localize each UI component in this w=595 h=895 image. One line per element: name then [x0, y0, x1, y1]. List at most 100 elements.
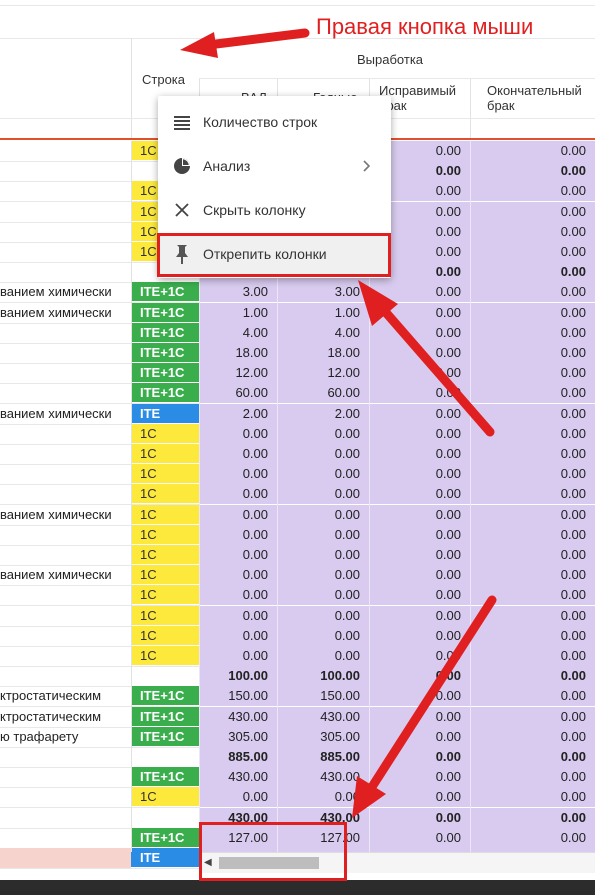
cell-final-defect[interactable]: 0.00	[470, 424, 595, 444]
cell-final-defect[interactable]: 0.00	[470, 626, 595, 646]
cell-good[interactable]: 150.00	[277, 686, 369, 706]
cell-val[interactable]: 100.00	[199, 666, 277, 686]
cell-fixable-defect[interactable]: 0.00	[369, 383, 470, 403]
cell-val[interactable]: 0.00	[199, 505, 277, 525]
cell-fixable-defect[interactable]: 0.00	[369, 686, 470, 706]
row-name-cell[interactable]	[0, 808, 131, 828]
source-badge[interactable]: 1С	[131, 424, 199, 444]
cell-good[interactable]: 0.00	[277, 484, 369, 504]
cell-fixable-defect[interactable]: 0.00	[369, 727, 470, 747]
cell-final-defect[interactable]: 0.00	[470, 303, 595, 323]
cell-final-defect[interactable]: 0.00	[470, 525, 595, 545]
cell-val[interactable]: 0.00	[199, 626, 277, 646]
cell-val[interactable]: 0.00	[199, 565, 277, 585]
cell-fixable-defect[interactable]: 0.00	[369, 343, 470, 363]
table-row[interactable]: 1С 0.00 0.00 0.00 0.00	[0, 444, 595, 465]
table-row[interactable]: ктростатическим ITE+1C 150.00 150.00 0.00 0.0…	[0, 686, 595, 707]
table-row[interactable]: ITE+1C 12.00 12.00 0.00 0.00	[0, 363, 595, 384]
cell-val[interactable]: 0.00	[199, 464, 277, 484]
row-name-cell[interactable]	[0, 242, 131, 262]
cell-good[interactable]: 0.00	[277, 585, 369, 605]
table-row[interactable]: ITE+1C 18.00 18.00 0.00 0.00	[0, 343, 595, 364]
table-row[interactable]: 1С 0.00 0.00 0.00 0.00	[0, 484, 595, 505]
table-row[interactable]: 1С 0.00 0.00 0.00 0.00	[0, 646, 595, 667]
row-name-cell[interactable]	[0, 545, 131, 565]
source-badge[interactable]: ITE+1C	[131, 767, 199, 787]
cell-final-defect[interactable]: 0.00	[470, 202, 595, 222]
cell-final-defect[interactable]: 0.00	[470, 545, 595, 565]
row-name-cell[interactable]	[0, 646, 131, 666]
row-name-cell[interactable]	[0, 626, 131, 646]
cell-final-defect[interactable]: 0.00	[470, 262, 595, 282]
cell-val[interactable]: 4.00	[199, 323, 277, 343]
cell-fixable-defect[interactable]: 0.00	[369, 282, 470, 302]
cell-final-defect[interactable]: 0.00	[470, 686, 595, 706]
source-badge[interactable]: 1С	[131, 565, 199, 585]
cell-fixable-defect[interactable]: 0.00	[369, 525, 470, 545]
cell-good[interactable]: 885.00	[277, 747, 369, 767]
row-name-cell[interactable]	[0, 787, 131, 807]
row-name-cell[interactable]	[0, 323, 131, 343]
cell-val[interactable]: 0.00	[199, 646, 277, 666]
cell-final-defect[interactable]: 0.00	[470, 505, 595, 525]
table-row[interactable]: 1С 0.00 0.00 0.00 0.00	[0, 626, 595, 647]
cell-final-defect[interactable]: 0.00	[470, 242, 595, 262]
row-name-cell[interactable]	[0, 666, 131, 686]
cell-good[interactable]: 4.00	[277, 323, 369, 343]
table-row[interactable]: 1С 0.00 0.00 0.00 0.00	[0, 787, 595, 808]
cell-val[interactable]: 430.00	[199, 707, 277, 727]
cell-fixable-defect[interactable]: 0.00	[369, 767, 470, 787]
cell-good[interactable]: 0.00	[277, 626, 369, 646]
source-badge[interactable]: ITE	[131, 848, 199, 868]
cell-val[interactable]: 18.00	[199, 343, 277, 363]
row-name-cell[interactable]	[0, 848, 131, 868]
cell-good[interactable]: 0.00	[277, 787, 369, 807]
row-name-cell[interactable]	[0, 767, 131, 787]
row-name-cell[interactable]: ктростатическим	[0, 686, 131, 706]
cell-fixable-defect[interactable]: 0.00	[369, 363, 470, 383]
cell-final-defect[interactable]: 0.00	[470, 222, 595, 242]
table-row[interactable]: ITE+1C 430.00 430.00 0.00 0.00	[0, 767, 595, 788]
cell-good[interactable]: 2.00	[277, 404, 369, 424]
cell-fixable-defect[interactable]: 0.00	[369, 424, 470, 444]
row-name-cell[interactable]: ванием химически	[0, 303, 131, 323]
table-row[interactable]: ванием химически ITE+1C 1.00 1.00 0.00 0.00	[0, 303, 595, 324]
table-row[interactable]: 1С 0.00 0.00 0.00 0.00	[0, 606, 595, 627]
row-name-cell[interactable]: ванием химически	[0, 282, 131, 302]
row-name-cell[interactable]	[0, 141, 131, 161]
source-badge[interactable]: 1С	[131, 505, 199, 525]
source-badge[interactable]: ITE+1C	[131, 828, 199, 848]
menu-item-hide-column[interactable]: Скрыть колонку	[158, 190, 391, 230]
cell-final-defect[interactable]: 0.00	[470, 727, 595, 747]
row-name-cell[interactable]: ю трафарету	[0, 727, 131, 747]
cell-final-defect[interactable]: 0.00	[470, 787, 595, 807]
cell-fixable-defect[interactable]: 0.00	[369, 444, 470, 464]
cell-final-defect[interactable]: 0.00	[470, 181, 595, 201]
cell-fixable-defect[interactable]: 0.00	[369, 787, 470, 807]
cell-good[interactable]: 0.00	[277, 464, 369, 484]
cell-final-defect[interactable]: 0.00	[470, 363, 595, 383]
cell-good[interactable]: 100.00	[277, 666, 369, 686]
table-row[interactable]: 1С 0.00 0.00 0.00 0.00	[0, 525, 595, 546]
cell-final-defect[interactable]: 0.00	[470, 383, 595, 403]
cell-val[interactable]: 0.00	[199, 525, 277, 545]
table-row[interactable]: ITE+1C 4.00 4.00 0.00 0.00	[0, 323, 595, 344]
source-badge[interactable]: 1С	[131, 606, 199, 626]
cell-fixable-defect[interactable]: 0.00	[369, 404, 470, 424]
source-badge[interactable]: 1С	[131, 545, 199, 565]
cell-good[interactable]: 12.00	[277, 363, 369, 383]
menu-item-analysis[interactable]: Анализ	[158, 146, 391, 186]
table-row[interactable]: 885.00 885.00 0.00 0.00	[0, 747, 595, 768]
cell-final-defect[interactable]: 0.00	[470, 343, 595, 363]
cell-fixable-defect[interactable]: 0.00	[369, 323, 470, 343]
cell-val[interactable]: 150.00	[199, 686, 277, 706]
cell-good[interactable]: 0.00	[277, 525, 369, 545]
row-name-cell[interactable]	[0, 484, 131, 504]
cell-final-defect[interactable]: 0.00	[470, 464, 595, 484]
cell-fixable-defect[interactable]: 0.00	[369, 464, 470, 484]
row-name-cell[interactable]	[0, 606, 131, 626]
cell-final-defect[interactable]: 0.00	[470, 707, 595, 727]
source-badge[interactable]: 1С	[131, 484, 199, 504]
row-name-cell[interactable]	[0, 161, 131, 181]
source-badge[interactable]: 1С	[131, 464, 199, 484]
